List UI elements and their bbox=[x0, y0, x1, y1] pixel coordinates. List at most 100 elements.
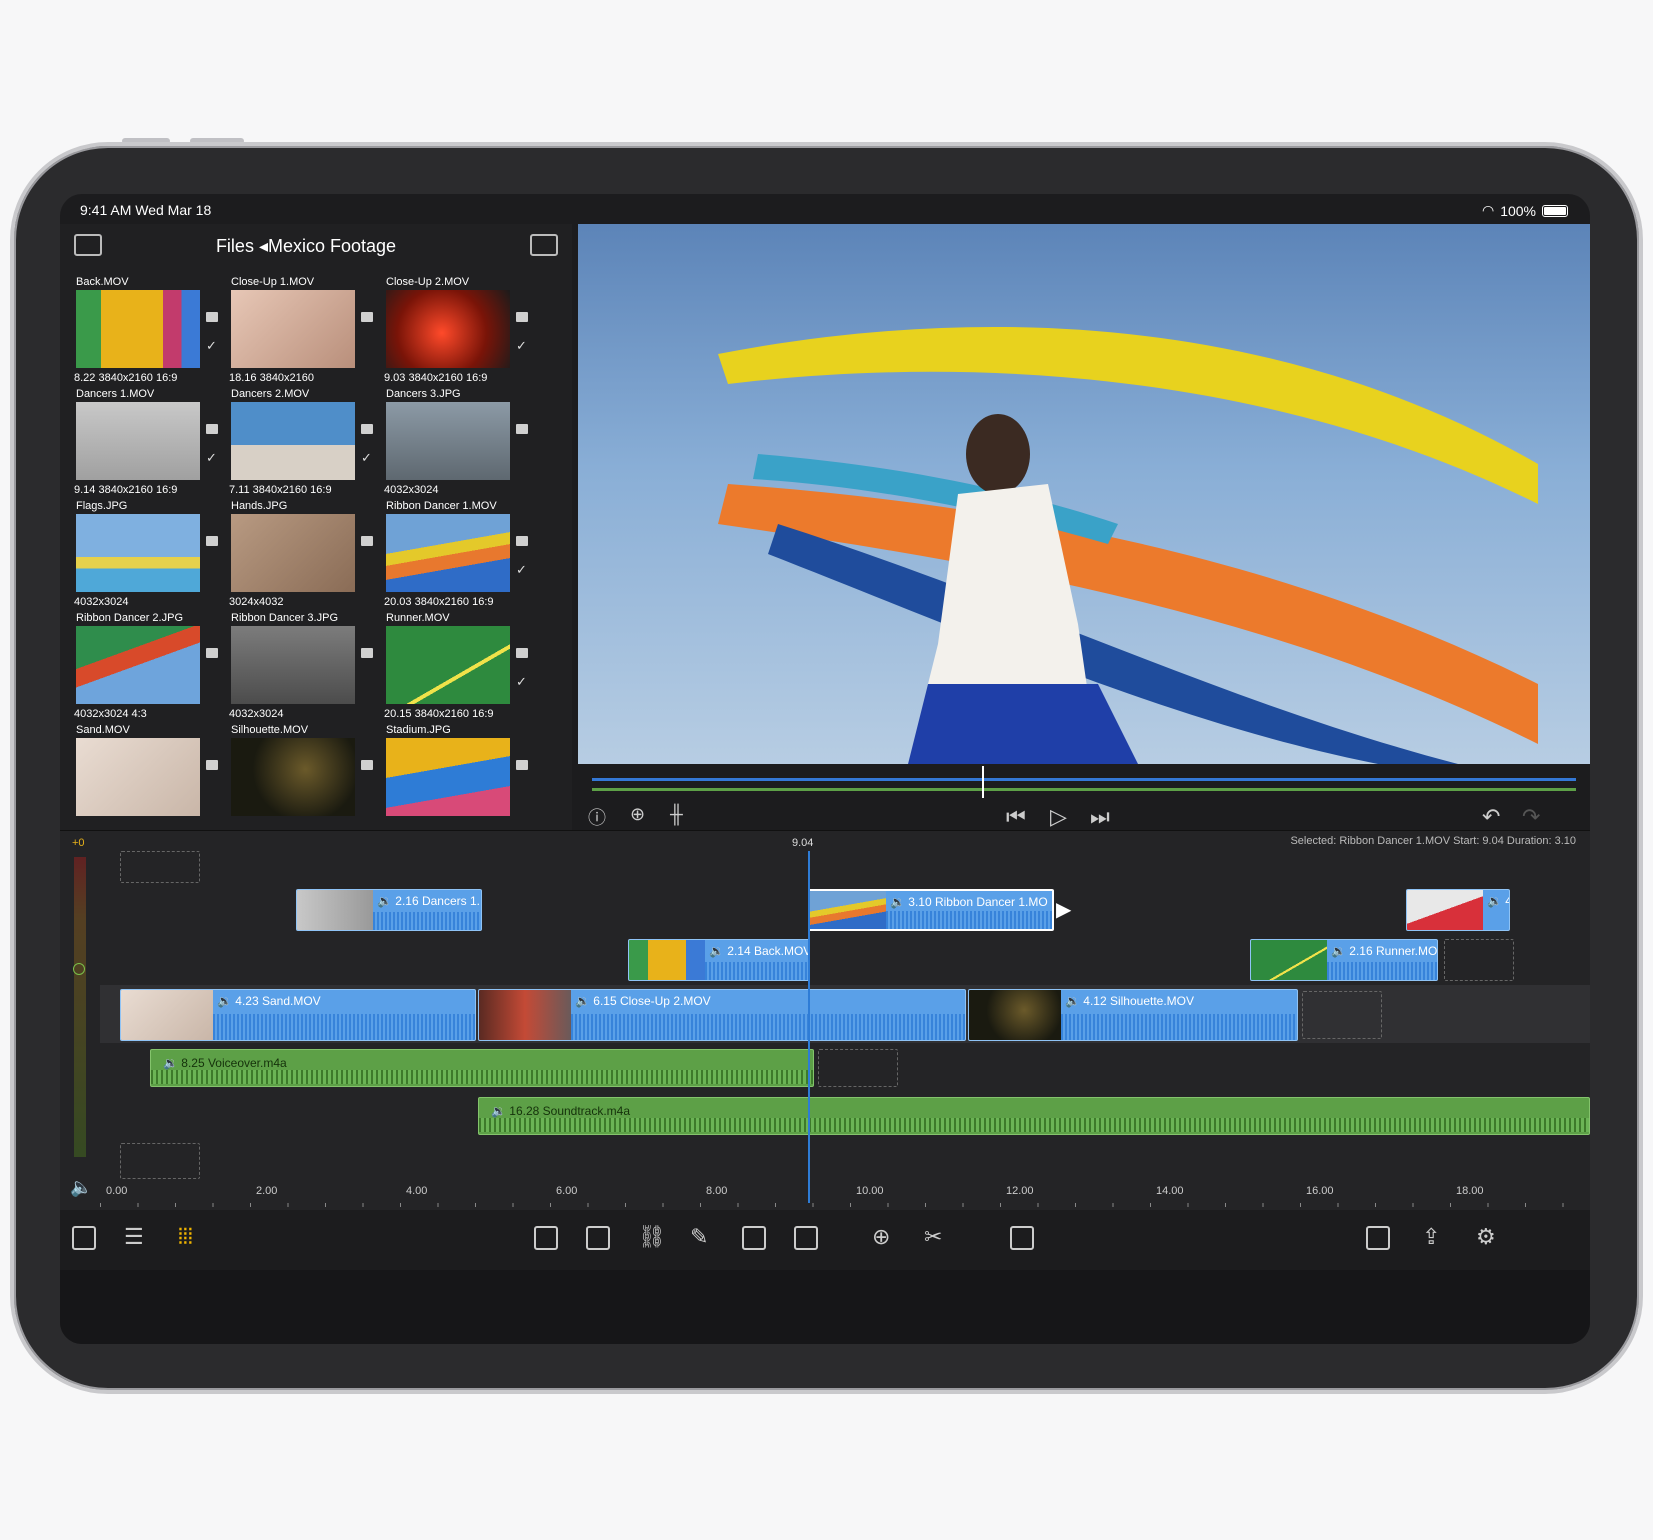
scissors-icon[interactable]: ✂ bbox=[924, 1224, 942, 1250]
media-item[interactable]: Close-Up 1.MOV 18.16 3840x2160 bbox=[225, 274, 383, 392]
battery-label: 100% bbox=[1500, 202, 1536, 219]
scrubber-playhead[interactable] bbox=[982, 766, 984, 798]
media-meta: 8.22 3840x2160 16:9 bbox=[74, 372, 178, 384]
empty-clip-slot[interactable] bbox=[1302, 991, 1382, 1039]
thumbnail bbox=[231, 402, 355, 480]
clip-label: 🔉 2.14 Back.MOV bbox=[709, 944, 810, 958]
empty-clip-slot[interactable] bbox=[1444, 939, 1514, 981]
audio-soundtrack[interactable]: 🔉 16.28 Soundtrack.m4a bbox=[478, 1097, 1590, 1135]
media-name: Sand.MOV bbox=[76, 724, 130, 736]
media-item[interactable]: Ribbon Dancer 1.MOV 20.03 3840x2160 16:9… bbox=[380, 498, 538, 616]
info-icon[interactable]: ⓘ bbox=[588, 804, 606, 830]
split-icon[interactable]: ╫ bbox=[670, 804, 683, 825]
media-item[interactable]: Ribbon Dancer 3.JPG 4032x3024 bbox=[225, 610, 383, 728]
share-icon[interactable]: ⇪ bbox=[1422, 1224, 1440, 1250]
browser-title[interactable]: Files ◂Mexico Footage bbox=[60, 236, 572, 257]
clip-right-edge[interactable]: 🔉 4 bbox=[1406, 889, 1510, 931]
waveform bbox=[373, 912, 481, 930]
media-name: Ribbon Dancer 1.MOV bbox=[386, 500, 497, 512]
media-name: Silhouette.MOV bbox=[231, 724, 309, 736]
titles-icon[interactable] bbox=[794, 1226, 818, 1250]
marker-icon[interactable]: ⊕ bbox=[630, 804, 645, 825]
image-icon bbox=[516, 760, 528, 770]
media-item[interactable]: Dancers 2.MOV 7.11 3840x2160 16:9 ✓ bbox=[225, 386, 383, 504]
thumbnail bbox=[231, 514, 355, 592]
gear-icon[interactable]: ⚙ bbox=[1476, 1224, 1496, 1250]
media-item[interactable]: Flags.JPG 4032x3024 bbox=[70, 498, 228, 616]
meter-label: +0 bbox=[72, 837, 85, 849]
clip-label: 🔉 2.16 Dancers 1. bbox=[377, 894, 480, 908]
media-item[interactable]: Ribbon Dancer 2.JPG 4032x3024 4:3 bbox=[70, 610, 228, 728]
media-name: Hands.JPG bbox=[231, 500, 288, 512]
play-icon[interactable]: ▷ bbox=[1050, 804, 1067, 830]
media-meta: 3024x4032 bbox=[229, 596, 284, 608]
clip-thumbnail bbox=[479, 990, 571, 1040]
clip-closeup-2[interactable]: 🔉 6.15 Close-Up 2.MOV bbox=[478, 989, 966, 1041]
media-meta: 7.11 3840x2160 16:9 bbox=[229, 484, 332, 496]
media-meta: 20.03 3840x2160 16:9 bbox=[384, 596, 494, 608]
video-icon bbox=[516, 312, 528, 322]
ipad-screen: 9:41 AM Wed Mar 18 ◠ 100% Files ◂Mexico … bbox=[60, 194, 1590, 1344]
media-name: Close-Up 1.MOV bbox=[231, 276, 315, 288]
ribbon-orange bbox=[718, 484, 1538, 744]
media-item[interactable]: Close-Up 2.MOV 9.03 3840x2160 16:9 ✓ bbox=[380, 274, 538, 392]
favorite-icon[interactable] bbox=[742, 1226, 766, 1250]
media-item[interactable]: Runner.MOV 20.15 3840x2160 16:9 ✓ bbox=[380, 610, 538, 728]
media-item[interactable]: Hands.JPG 3024x4032 bbox=[225, 498, 383, 616]
clip-sand[interactable]: 🔉 4.23 Sand.MOV bbox=[120, 989, 476, 1041]
layout-icon[interactable] bbox=[1366, 1226, 1390, 1250]
timeline-playhead[interactable] bbox=[808, 851, 810, 1203]
redo-icon[interactable]: ↷ bbox=[1522, 804, 1540, 830]
media-item[interactable]: Dancers 1.MOV 9.14 3840x2160 16:9 ✓ bbox=[70, 386, 228, 504]
clip-back[interactable]: 🔉 2.14 Back.MOV bbox=[628, 939, 810, 981]
audio-label: 🔉 16.28 Soundtrack.m4a bbox=[491, 1104, 631, 1118]
preview-frame bbox=[718, 326, 1538, 764]
waveform bbox=[213, 1014, 475, 1040]
preview-viewer[interactable] bbox=[578, 224, 1590, 764]
skip-forward-icon[interactable]: ⏭ bbox=[1090, 804, 1110, 830]
media-item[interactable]: Stadium.JPG bbox=[380, 722, 538, 834]
media-meta: 4032x3024 bbox=[384, 484, 439, 496]
clip-label: 🔉 4 bbox=[1487, 894, 1510, 908]
thumbnail bbox=[386, 514, 510, 592]
wifi-icon: ◠ bbox=[1481, 202, 1495, 218]
clip-ribbon-dancer[interactable]: 🔉 3.10 Ribbon Dancer 1.MO bbox=[808, 889, 1054, 931]
link-icon[interactable]: ⛓ bbox=[638, 1224, 666, 1250]
video-icon bbox=[361, 312, 373, 322]
ruler-label: 18.00 bbox=[1456, 1185, 1484, 1197]
media-name: Ribbon Dancer 2.JPG bbox=[76, 612, 183, 624]
meter-knob[interactable] bbox=[73, 963, 85, 975]
thumbnail bbox=[76, 626, 200, 704]
audio-voiceover[interactable]: 🔉 8.25 Voiceover.m4a bbox=[150, 1049, 814, 1087]
insert-audio-icon[interactable] bbox=[586, 1226, 610, 1250]
media-name: Back.MOV bbox=[76, 276, 129, 288]
empty-clip-slot[interactable] bbox=[120, 851, 200, 883]
timeline[interactable]: +0 🔈 9.04 Selected: Ribbon Dancer 1.MOV … bbox=[60, 830, 1590, 1210]
project-icon[interactable] bbox=[72, 1226, 96, 1250]
clip-runner[interactable]: 🔉 2.16 Runner.MO bbox=[1250, 939, 1438, 981]
clip-silhouette[interactable]: 🔉 4.12 Silhouette.MOV bbox=[968, 989, 1298, 1041]
empty-audio-slot[interactable] bbox=[818, 1049, 898, 1087]
clip-dancers[interactable]: 🔉 2.16 Dancers 1. bbox=[296, 889, 482, 931]
import-icon[interactable] bbox=[530, 234, 558, 256]
timeline-ruler[interactable]: 0.00 2.00 4.00 6.00 8.00 10.00 12.00 14.… bbox=[100, 1185, 1580, 1209]
pencil-icon[interactable]: ✎ bbox=[690, 1224, 708, 1250]
insert-clip-icon[interactable] bbox=[534, 1226, 558, 1250]
list-icon[interactable]: ☰ bbox=[124, 1224, 144, 1250]
media-item[interactable]: Silhouette.MOV bbox=[225, 722, 383, 834]
image-icon bbox=[206, 536, 218, 546]
media-item[interactable]: Dancers 3.JPG 4032x3024 bbox=[380, 386, 538, 504]
waveform bbox=[705, 962, 809, 980]
trash-icon[interactable] bbox=[1010, 1226, 1034, 1250]
skip-back-icon[interactable]: ⏮ bbox=[1006, 804, 1026, 830]
scrubber[interactable] bbox=[578, 764, 1590, 800]
trim-handle-icon[interactable]: ▶ bbox=[1056, 897, 1071, 922]
timeline-zoom-icon[interactable]: ⦙⦙⦙ bbox=[178, 1224, 193, 1250]
scrubber-track-audio bbox=[592, 788, 1576, 791]
media-item[interactable]: Sand.MOV bbox=[70, 722, 228, 834]
undo-icon[interactable]: ↶ bbox=[1482, 804, 1500, 830]
add-icon[interactable]: ⊕ bbox=[872, 1224, 890, 1250]
empty-audio-slot[interactable] bbox=[120, 1143, 200, 1179]
media-item[interactable]: Back.MOV 8.22 3840x2160 16:9 ✓ bbox=[70, 274, 228, 392]
volume-icon[interactable]: 🔈 bbox=[70, 1177, 92, 1198]
